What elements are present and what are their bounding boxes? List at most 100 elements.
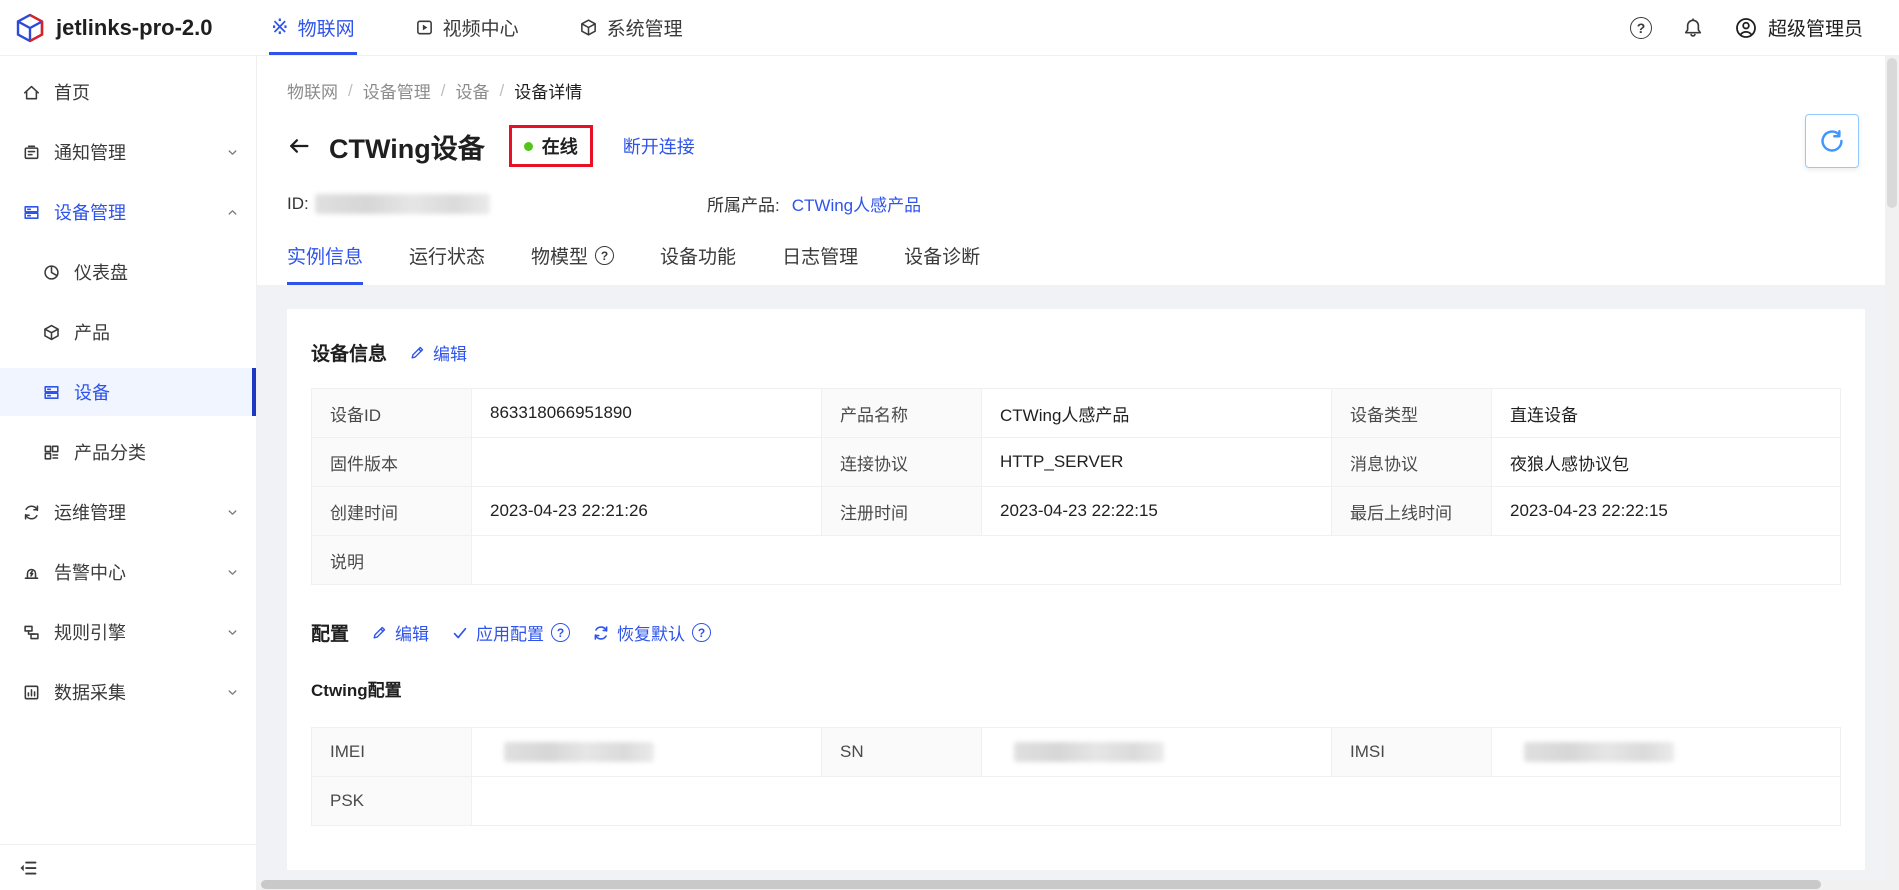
tab-log-mgmt[interactable]: 日志管理 xyxy=(782,242,858,285)
sidebar-item-product[interactable]: 产品 xyxy=(0,308,256,356)
cell-value xyxy=(472,536,1841,585)
avatar-icon xyxy=(1734,16,1758,40)
check-icon xyxy=(451,624,469,642)
device-info-table: 设备ID 863318066951890 产品名称 CTWing人感产品 设备类… xyxy=(311,388,1841,585)
disconnect-button[interactable]: 断开连接 xyxy=(623,133,695,159)
breadcrumb: 物联网 / 设备管理 / 设备 / 设备详情 xyxy=(287,78,1869,103)
logo[interactable]: jetlinks-pro-2.0 xyxy=(0,0,257,55)
collapse-menu-icon[interactable] xyxy=(18,858,38,878)
app-window: jetlinks-pro-2.0 ※ 物联网 视频中心 xyxy=(0,0,1899,890)
sidebar-item-product-category[interactable]: 产品分类 xyxy=(0,428,256,476)
sidebar-item-data-collect[interactable]: 数据采集 xyxy=(0,668,256,716)
cube-icon xyxy=(42,323,61,342)
cell-value: 2023-04-23 22:22:15 xyxy=(982,487,1332,536)
sidebar-item-label: 告警中心 xyxy=(54,559,126,585)
nav-item-label: 视频中心 xyxy=(443,14,519,41)
cell-label: 设备ID xyxy=(312,389,472,438)
breadcrumb-item[interactable]: 物联网 xyxy=(287,78,338,103)
chevron-down-icon xyxy=(225,505,240,520)
nav-item-label: 系统管理 xyxy=(607,14,683,41)
tab-running-status[interactable]: 运行状态 xyxy=(409,242,485,285)
sidebar-item-dashboard[interactable]: 仪表盘 xyxy=(0,248,256,296)
chevron-down-icon xyxy=(225,565,240,580)
device-info-header: 设备信息 编辑 xyxy=(311,339,1841,366)
sidebar-item-ops-mgmt[interactable]: 运维管理 xyxy=(0,488,256,536)
help-icon[interactable]: ? xyxy=(1630,17,1652,39)
title-row: CTWing设备 在线 断开连接 xyxy=(287,125,1869,167)
cell-label: SN xyxy=(822,728,982,777)
redacted-imei xyxy=(504,742,654,762)
header-actions: ? 超级管理员 xyxy=(1630,0,1899,55)
sidebar-item-label: 规则引擎 xyxy=(54,619,126,645)
edit-pencil-icon xyxy=(409,344,426,361)
table-row: 说明 xyxy=(312,536,1841,585)
bell-icon[interactable] xyxy=(1682,17,1704,39)
cell-value: 直连设备 xyxy=(1492,389,1841,438)
product-link[interactable]: CTWing人感产品 xyxy=(792,191,921,216)
pie-chart-icon xyxy=(42,263,61,282)
online-status-dot xyxy=(524,142,533,151)
cell-label: 最后上线时间 xyxy=(1332,487,1492,536)
cell-label: 消息协议 xyxy=(1332,438,1492,487)
notice-board-icon xyxy=(22,143,41,162)
rule-flow-icon xyxy=(22,623,41,642)
tab-device-function[interactable]: 设备功能 xyxy=(660,242,736,285)
product-block: 所属产品: CTWing人感产品 xyxy=(707,191,921,216)
tab-label: 设备功能 xyxy=(660,242,736,269)
sidebar-item-rule-engine[interactable]: 规则引擎 xyxy=(0,608,256,656)
cell-label: 固件版本 xyxy=(312,438,472,487)
video-play-icon xyxy=(415,18,434,37)
home-icon xyxy=(22,83,41,102)
page-header: 物联网 / 设备管理 / 设备 / 设备详情 CTWing设备 xyxy=(257,56,1899,285)
sidebar-item-label: 设备管理 xyxy=(54,199,126,225)
vertical-scrollbar-thumb[interactable] xyxy=(1887,58,1897,208)
chevron-down-icon xyxy=(225,625,240,640)
tab-label: 设备诊断 xyxy=(904,242,980,269)
username: 超级管理员 xyxy=(1768,14,1863,41)
server-icon xyxy=(22,203,41,222)
nav-item-system-mgmt[interactable]: 系统管理 xyxy=(577,0,685,55)
back-arrow-icon[interactable] xyxy=(287,134,311,158)
app-title: jetlinks-pro-2.0 xyxy=(56,15,212,41)
category-grid-icon xyxy=(42,443,61,462)
sidebar-item-notify-mgmt[interactable]: 通知管理 xyxy=(0,128,256,176)
restore-sync-icon xyxy=(592,624,610,642)
horizontal-scrollbar-thumb[interactable] xyxy=(261,880,1821,889)
table-row: PSK xyxy=(312,777,1841,826)
chevron-down-icon xyxy=(225,145,240,160)
config-edit-button[interactable]: 编辑 xyxy=(371,620,429,645)
sidebar-item-label: 产品分类 xyxy=(74,439,146,465)
cell-value xyxy=(472,777,1841,826)
user-menu[interactable]: 超级管理员 xyxy=(1734,14,1863,41)
edit-label: 编辑 xyxy=(433,340,467,365)
breadcrumb-separator: / xyxy=(499,81,504,101)
cell-label: PSK xyxy=(312,777,472,826)
nav-item-video-center[interactable]: 视频中心 xyxy=(413,0,521,55)
apply-config-button[interactable]: 应用配置 ? xyxy=(451,620,570,645)
restore-default-label: 恢复默认 xyxy=(617,620,685,645)
chevron-up-icon xyxy=(225,205,240,220)
iot-grid-icon: ※ xyxy=(271,17,289,38)
tab-instance-info[interactable]: 实例信息 xyxy=(287,242,363,285)
sidebar-item-device[interactable]: 设备 xyxy=(0,368,256,416)
device-id-label: ID: xyxy=(287,194,309,214)
restore-default-button[interactable]: 恢复默认 ? xyxy=(592,620,711,645)
cell-value: HTTP_SERVER xyxy=(982,438,1332,487)
refresh-button[interactable] xyxy=(1805,114,1859,168)
cell-label: IMSI xyxy=(1332,728,1492,777)
sidebar-item-alarm-center[interactable]: 告警中心 xyxy=(0,548,256,596)
sidebar-item-device-mgmt[interactable]: 设备管理 xyxy=(0,188,256,236)
vertical-scrollbar[interactable] xyxy=(1885,56,1899,890)
horizontal-scrollbar[interactable] xyxy=(257,879,1885,890)
sidebar-item-home[interactable]: 首页 xyxy=(0,68,256,116)
device-info-edit-button[interactable]: 编辑 xyxy=(409,340,467,365)
nav-item-iot[interactable]: ※ 物联网 xyxy=(269,0,357,55)
sidebar-spacer xyxy=(0,728,256,844)
breadcrumb-item[interactable]: 设备管理 xyxy=(363,78,431,103)
tab-label: 日志管理 xyxy=(782,242,858,269)
tab-label: 实例信息 xyxy=(287,242,363,269)
breadcrumb-item[interactable]: 设备 xyxy=(455,78,489,103)
tab-thing-model[interactable]: 物模型 ? xyxy=(531,242,614,285)
tab-bar: 实例信息 运行状态 物模型 ? 设备功能 日志管理 xyxy=(287,242,1869,285)
tab-device-diagnosis[interactable]: 设备诊断 xyxy=(904,242,980,285)
